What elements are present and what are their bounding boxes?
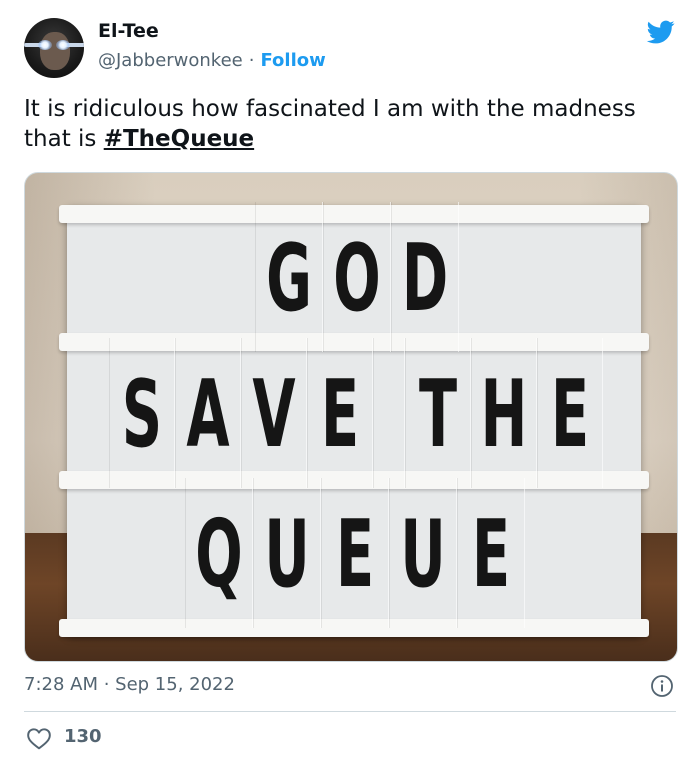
follow-button[interactable]: Follow: [260, 50, 325, 71]
sign-letter: S: [109, 338, 175, 488]
avatar-face: [40, 32, 70, 70]
twitter-bird-icon[interactable]: [645, 18, 677, 46]
author-name[interactable]: El-Tee: [98, 20, 159, 42]
sign-letter: E: [321, 478, 389, 628]
author-meta: @Jabberwonkee · Follow: [98, 50, 326, 71]
tweet-text: It is ridiculous how fascinated I am wit…: [24, 94, 664, 154]
info-icon[interactable]: [650, 674, 674, 698]
divider: [24, 711, 676, 712]
tweet-photo[interactable]: G O D S A V E T H E Q U E U E: [24, 172, 678, 662]
sign-blank-tile: [373, 338, 405, 488]
sign-letter: D: [391, 202, 459, 352]
sign-letter: V: [241, 338, 307, 488]
sign-letter: Q: [185, 478, 253, 628]
sign-letter: O: [323, 202, 391, 352]
sign-line-2: S A V E T H E: [109, 338, 603, 488]
sign-letter: U: [253, 478, 321, 628]
separator-dot: ·: [248, 50, 255, 71]
sign-letter: G: [255, 202, 323, 352]
sign-letter: A: [175, 338, 241, 488]
sign-line-3: Q U E U E: [185, 478, 525, 628]
avatar-eye: [56, 40, 70, 50]
sign-letter: E: [307, 338, 373, 488]
like-count: 130: [64, 726, 102, 747]
tweet-timestamp[interactable]: 7:28 AM · Sep 15, 2022: [24, 674, 235, 695]
sign-line-1: G O D: [255, 202, 459, 352]
avatar[interactable]: [24, 18, 84, 78]
lightbox-sign: G O D S A V E T H E Q U E U E: [59, 202, 649, 637]
author-handle[interactable]: @Jabberwonkee: [98, 50, 243, 71]
sign-letter: T: [405, 338, 471, 488]
hashtag-link[interactable]: #TheQueue: [104, 126, 254, 152]
sign-letter: E: [457, 478, 525, 628]
sign-letter: U: [389, 478, 457, 628]
heart-icon[interactable]: [26, 726, 52, 750]
sign-letter: H: [471, 338, 537, 488]
avatar-eye: [38, 40, 52, 50]
sign-letter: E: [537, 338, 603, 488]
